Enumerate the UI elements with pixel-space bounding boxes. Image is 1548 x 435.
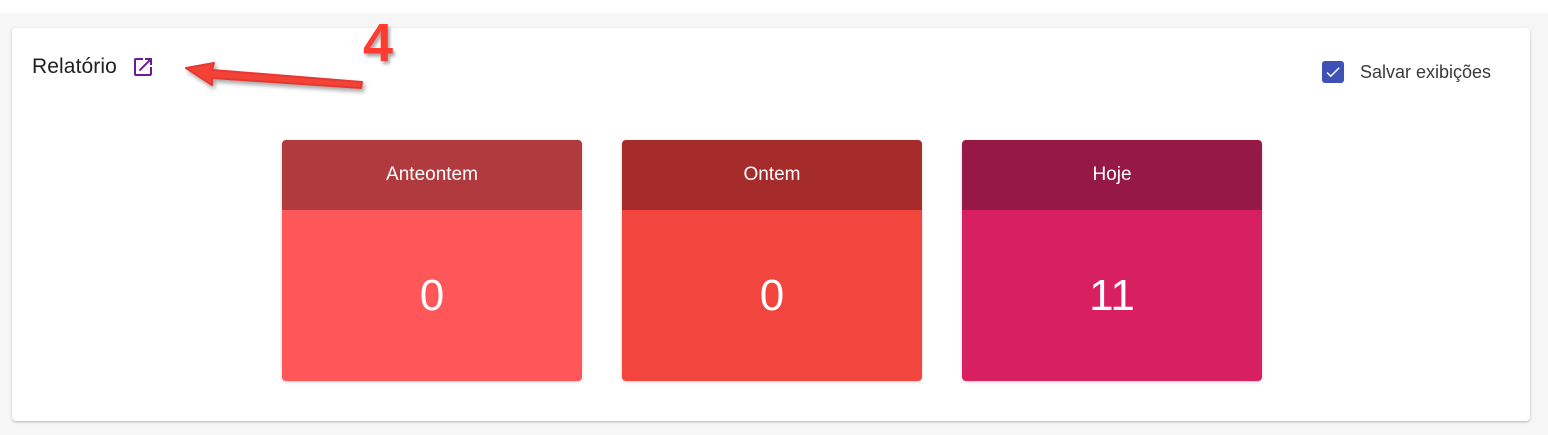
stat-card-hoje: Hoje 11 [962, 140, 1262, 381]
stat-card-ontem: Ontem 0 [622, 140, 922, 381]
save-views-label: Salvar exibições [1359, 61, 1491, 82]
stat-card-anteontem: Anteontem 0 [282, 140, 582, 381]
report-card: Relatório Salvar exibições Anteontem 0 O… [12, 28, 1530, 421]
stat-value: 0 [622, 210, 922, 381]
stats-row: Anteontem 0 Ontem 0 Hoje 11 [282, 140, 1262, 381]
open-in-new-icon[interactable] [130, 54, 156, 80]
annotation-number: 4 [363, 13, 394, 73]
report-title: Relatório [32, 55, 117, 78]
stat-label: Ontem [622, 140, 922, 210]
top-strip [0, 0, 1548, 13]
stat-label: Anteontem [282, 140, 582, 210]
check-icon[interactable] [1321, 61, 1344, 83]
stat-value: 0 [282, 210, 582, 381]
save-views-checkbox[interactable]: Salvar exibições [1321, 61, 1491, 83]
report-header: Relatório [32, 54, 156, 80]
stat-value: 11 [962, 210, 1262, 381]
stat-label: Hoje [962, 140, 1262, 210]
